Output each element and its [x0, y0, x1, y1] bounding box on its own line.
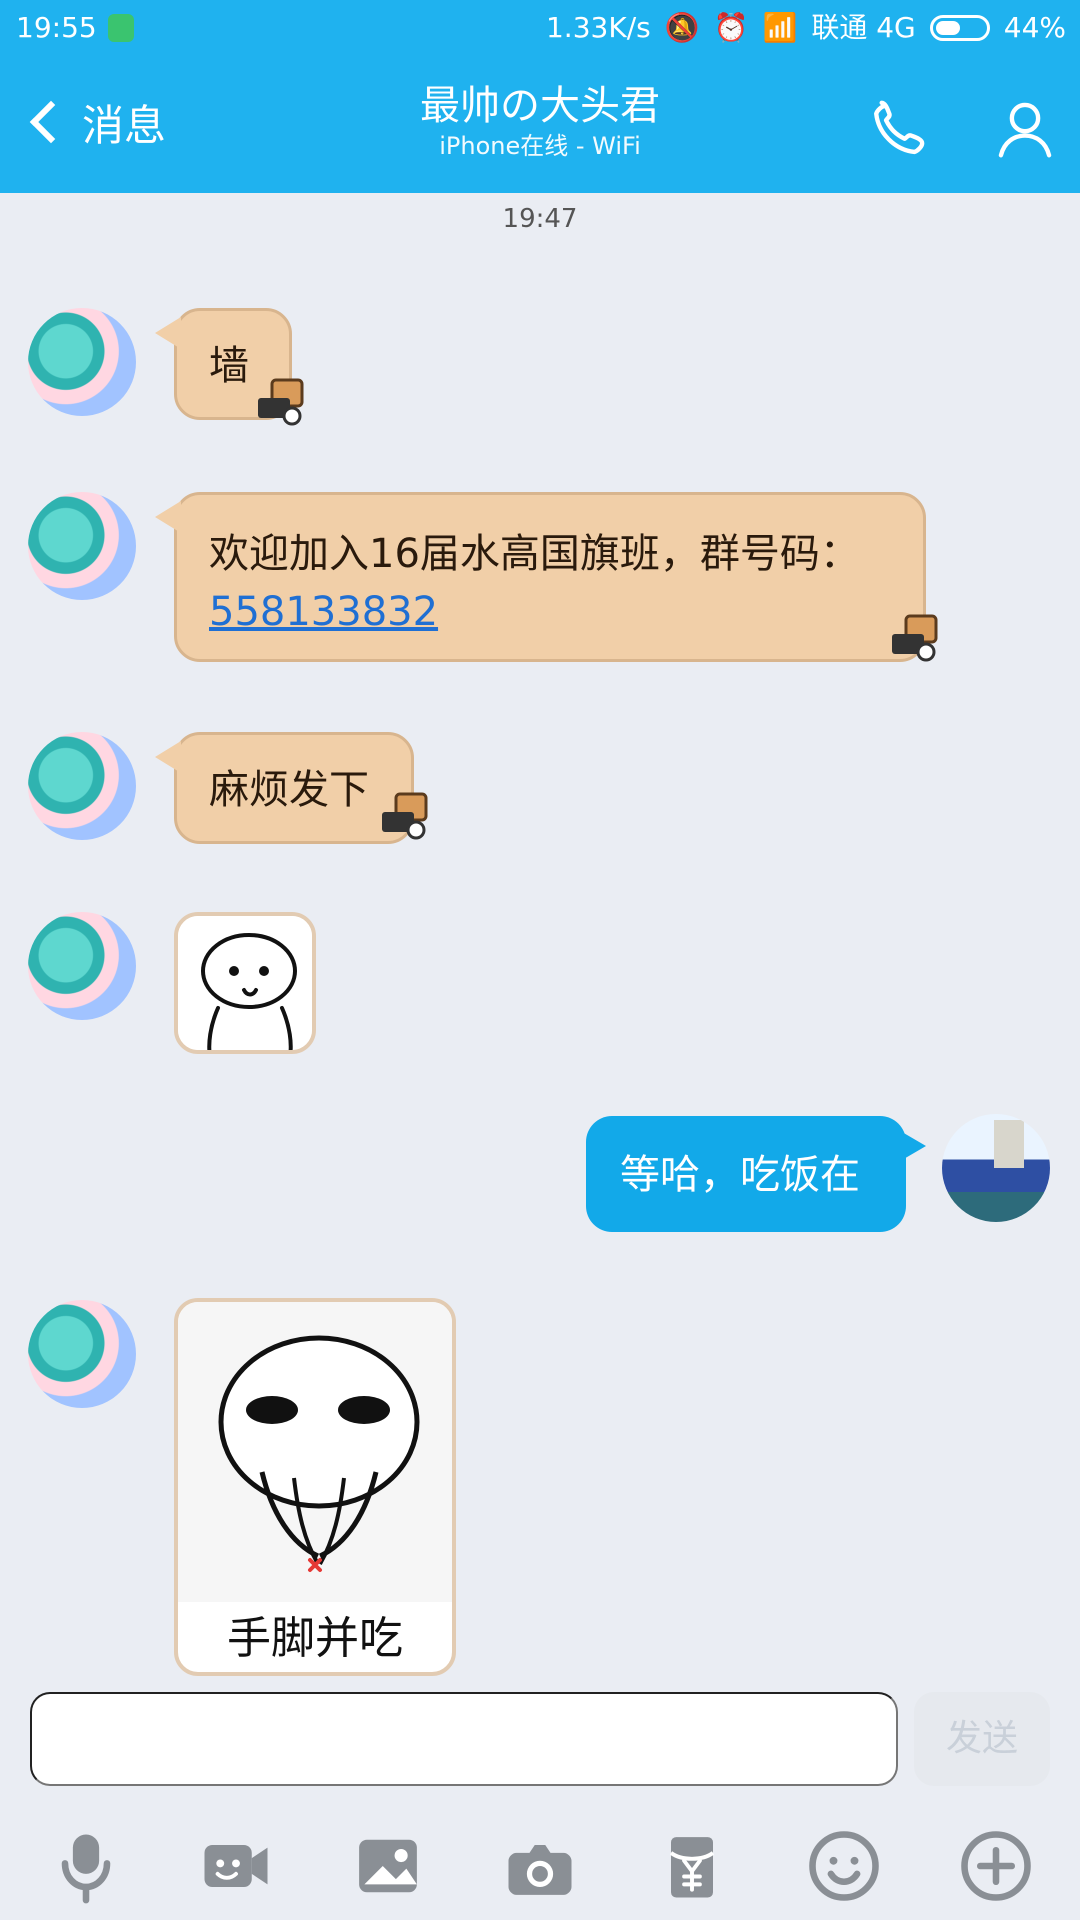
message-bubble[interactable]: 等哈，吃饭在	[586, 1116, 926, 1232]
shield-icon	[108, 14, 134, 42]
avatar[interactable]	[28, 912, 136, 1020]
status-right: 1.33K/s 🔕 ⏰ 📶 联通 4G 44%	[546, 0, 1066, 56]
smiling-face-sticker[interactable]	[174, 912, 316, 1054]
message-text: 欢迎加入16届水高国旗班，群号码：	[209, 531, 860, 577]
profile-icon[interactable]	[990, 94, 1060, 164]
sticker-face-icon	[178, 916, 312, 1050]
phone-icon[interactable]	[862, 94, 932, 164]
send-button[interactable]: 发送	[914, 1692, 1050, 1786]
battery-level: 44%	[1003, 11, 1066, 44]
network-speed: 1.33K/s	[545, 11, 651, 44]
signal-icon: 📶	[762, 11, 798, 44]
mute-icon: 🔕	[664, 11, 700, 44]
microphone-icon[interactable]	[44, 1824, 128, 1908]
message-text: 墙	[209, 343, 249, 389]
red-packet-icon[interactable]	[650, 1824, 734, 1908]
status-bar: 19:55 1.33K/s 🔕 ⏰ 📶 联通 4G 44%	[0, 0, 1080, 56]
composer: 发送	[0, 1692, 1080, 1796]
camera-icon[interactable]	[498, 1824, 582, 1908]
message-text: 麻烦发下	[209, 767, 369, 813]
avatar[interactable]	[942, 1114, 1050, 1222]
sticker-eating-icon	[178, 1302, 452, 1602]
carrier: 联通 4G	[811, 11, 916, 44]
message-bubble[interactable]: 欢迎加入16届水高国旗班，群号码： 558133832	[155, 492, 926, 662]
video-call-icon[interactable]	[194, 1824, 278, 1908]
sticker-caption: 手脚并吃	[227, 1613, 403, 1664]
box-sticker-icon	[892, 614, 938, 662]
message-text: 等哈，吃饭在	[620, 1152, 860, 1198]
image-icon[interactable]	[346, 1824, 430, 1908]
bottom-toolbar	[0, 1824, 1080, 1914]
message-input[interactable]	[30, 1692, 898, 1786]
status-time: 19:55	[16, 11, 97, 44]
box-sticker-icon	[382, 792, 428, 840]
top-bar: 19:55 1.33K/s 🔕 ⏰ 📶 联通 4G 44% 消息 最帅の大头君 …	[0, 0, 1080, 193]
avatar[interactable]	[28, 732, 136, 840]
box-sticker-icon	[258, 378, 304, 426]
emoji-icon[interactable]	[802, 1824, 886, 1908]
eating-hand-sticker[interactable]: 手脚并吃	[174, 1298, 456, 1676]
chat-header: 消息 最帅の大头君 iPhone在线 - WiFi	[0, 56, 1080, 193]
battery-icon	[929, 15, 990, 41]
alarm-icon: ⏰	[713, 11, 749, 44]
avatar[interactable]	[28, 1300, 136, 1408]
header-actions	[862, 94, 1060, 164]
avatar[interactable]	[28, 308, 136, 416]
avatar[interactable]	[28, 492, 136, 600]
group-number-link[interactable]: 558133832	[209, 589, 438, 635]
plus-icon[interactable]	[954, 1824, 1038, 1908]
chat-timestamp: 19:47	[502, 204, 578, 234]
